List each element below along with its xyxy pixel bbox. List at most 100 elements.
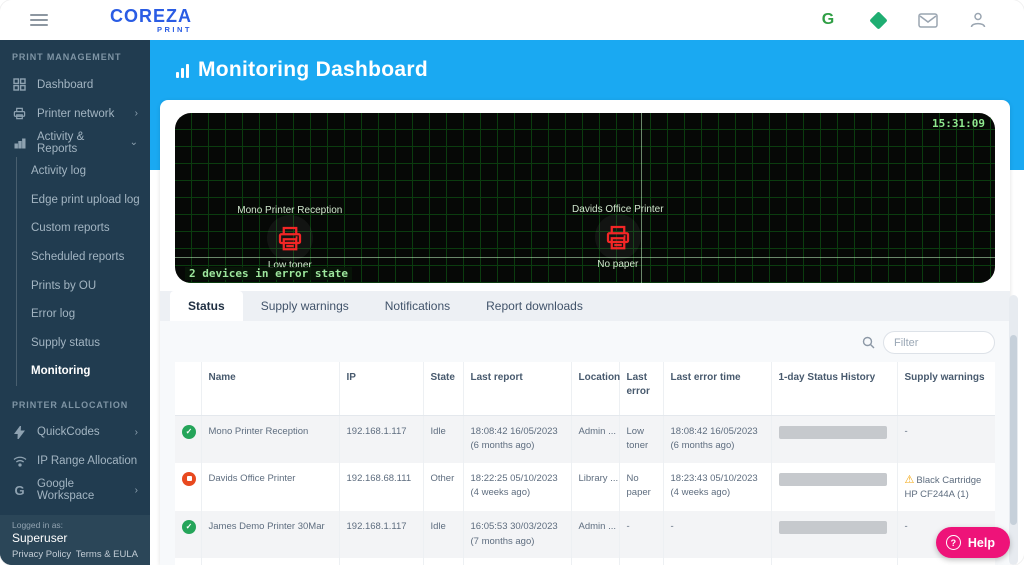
radar-device-davids-printer[interactable]: Davids Office Printer No paper	[533, 204, 703, 270]
sidebar-item-monitoring[interactable]: Monitoring	[17, 357, 150, 386]
cell-last-error-time: 18:23:43 05/10/2023 (4 weeks ago)	[663, 463, 771, 512]
sidebar-item-supply-status[interactable]: Supply status	[17, 329, 150, 358]
cell-last-report: 18:23:43 05/10/2023 (4 weeks ago)	[463, 558, 571, 565]
col-status	[175, 362, 201, 416]
col-last-error-time: Last error time	[663, 362, 771, 416]
chevron-right-icon: ›	[135, 427, 138, 438]
sidebar-item-prints-by-ou[interactable]: Prints by OU	[17, 271, 150, 300]
col-last-report: Last report	[463, 362, 571, 416]
scrollbar-track[interactable]	[1009, 295, 1018, 565]
table-row[interactable]: ✓ James Demo Printer 30Mar 192.168.1.117…	[175, 511, 995, 558]
col-state: State	[423, 362, 463, 416]
monitor-radar-panel: 15:31:09 Mono Printer Reception Low tone…	[175, 113, 995, 283]
brand-name: COREZA	[110, 7, 192, 25]
cell-last-report: 18:22:25 05/10/2023 (4 weeks ago)	[463, 463, 571, 512]
section-label-print-management: PRINT MANAGEMENT	[0, 40, 150, 70]
cell-location: Library ...	[571, 558, 619, 565]
warning-icon: ⚠	[905, 474, 915, 486]
cell-location: Admin ...	[571, 416, 619, 463]
status-history-bar	[779, 426, 887, 439]
sidebar-item-ip-range-allocation[interactable]: IP Range Allocation	[0, 447, 150, 476]
sidebar-footer: Logged in as: Superuser Privacy Policy T…	[0, 515, 150, 565]
sidebar-item-error-log[interactable]: Error log	[17, 300, 150, 329]
help-label: Help	[968, 536, 995, 550]
user-icon[interactable]	[968, 10, 988, 30]
tab-notifications[interactable]: Notifications	[367, 291, 468, 321]
topbar-actions: G	[818, 10, 988, 30]
filter-input[interactable]	[883, 331, 995, 354]
sidebar-item-quickcodes[interactable]: QuickCodes ›	[0, 418, 150, 447]
cell-state: Idle	[423, 558, 463, 565]
printer-error-icon	[267, 218, 313, 258]
status-error-icon	[182, 472, 196, 486]
chevron-right-icon: ›	[135, 108, 138, 119]
sidebar-item-activity-log[interactable]: Activity log	[17, 157, 150, 186]
table-header-row: Name IP State Last report Location Last …	[175, 362, 995, 416]
status-ok-icon: ✓	[182, 520, 196, 534]
table-row[interactable]: Davids Office Printer 192.168.68.111 Oth…	[175, 463, 995, 512]
col-supply-warnings: Supply warnings	[897, 362, 995, 416]
diamond-icon[interactable]	[868, 10, 888, 30]
sidebar-item-scheduled-reports[interactable]: Scheduled reports	[17, 243, 150, 272]
chart-icon	[12, 137, 27, 149]
tab-status[interactable]: Status	[170, 291, 243, 321]
top-bar: COREZA PRINT G	[0, 0, 1024, 40]
col-location: Location	[571, 362, 619, 416]
cell-last-error: Low toner	[619, 416, 663, 463]
question-icon: ?	[946, 535, 961, 550]
sidebar-item-dashboard[interactable]: Dashboard	[0, 70, 150, 99]
tab-supply-warnings[interactable]: Supply warnings	[243, 291, 367, 321]
hamburger-menu-icon[interactable]	[30, 14, 48, 26]
cell-supply: -	[897, 558, 995, 565]
cell-ip: 192.168.1.117	[339, 416, 423, 463]
cell-location: Library ...	[571, 463, 619, 512]
terms-eula-link[interactable]: Terms & EULA	[76, 549, 138, 560]
help-button[interactable]: ? Help	[936, 527, 1010, 558]
content-card: 15:31:09 Mono Printer Reception Low tone…	[160, 100, 1010, 565]
brand-sub: PRINT	[157, 26, 192, 34]
cell-ip: 192.168.1.117	[339, 511, 423, 558]
sidebar-item-label: Dashboard	[37, 79, 93, 91]
sidebar-item-edge-print-upload-log[interactable]: Edge print upload log	[17, 186, 150, 215]
cell-location: Admin ...	[571, 511, 619, 558]
dashboard-icon	[12, 78, 27, 91]
printer-status-table: Name IP State Last report Location Last …	[175, 362, 995, 565]
scrollbar-thumb[interactable]	[1010, 335, 1017, 525]
mail-icon[interactable]	[918, 10, 938, 30]
cell-name: Davids Office Printer	[201, 463, 339, 512]
cell-state: Other	[423, 463, 463, 512]
privacy-policy-link[interactable]: Privacy Policy	[12, 549, 71, 560]
sidebar-item-printer-network[interactable]: Printer network ›	[0, 99, 150, 128]
cell-supply: -	[897, 416, 995, 463]
tab-report-downloads[interactable]: Report downloads	[468, 291, 601, 321]
col-ip: IP	[339, 362, 423, 416]
cell-last-error-time: -	[663, 558, 771, 565]
search-icon	[862, 336, 875, 349]
cell-ip: 192.168.68.111	[339, 463, 423, 512]
table-row[interactable]: ✓ James Monitoring - HP HNDHP401DN 192.1…	[175, 558, 995, 565]
chevron-down-icon: ⌄	[130, 137, 138, 148]
sidebar-item-label: Activity & Reports	[37, 131, 120, 155]
status-ok-icon: ✓	[182, 425, 196, 439]
tab-bar: Status Supply warnings Notifications Rep…	[160, 291, 1010, 321]
printer-icon	[12, 107, 27, 120]
activity-reports-submenu: Activity log Edge print upload log Custo…	[16, 157, 150, 386]
radar-device-mono-printer[interactable]: Mono Printer Reception Low toner	[205, 205, 375, 271]
radar-clock: 15:31:09	[932, 117, 985, 130]
device-error: No paper	[533, 259, 703, 270]
printer-error-icon	[595, 217, 641, 257]
cell-last-report: 16:05:53 30/03/2023 (7 months ago)	[463, 511, 571, 558]
cell-last-error: -	[619, 558, 663, 565]
cell-last-error: -	[619, 511, 663, 558]
sidebar-item-google-workspace[interactable]: G Google Workspace ›	[0, 476, 150, 505]
col-status-history: 1-day Status History	[771, 362, 897, 416]
table-row[interactable]: ✓ Mono Printer Reception 192.168.1.117 I…	[175, 416, 995, 463]
google-icon[interactable]: G	[818, 10, 838, 30]
sidebar-item-activity-reports[interactable]: Activity & Reports ⌄	[0, 128, 150, 157]
cell-name: James Monitoring - HP HNDHP401DN	[201, 558, 339, 565]
sidebar-item-custom-reports[interactable]: Custom reports	[17, 214, 150, 243]
status-tab-panel: Name IP State Last report Location Last …	[160, 321, 1010, 565]
cell-last-error-time: 18:08:42 16/05/2023 (6 months ago)	[663, 416, 771, 463]
radar-status-text: 2 devices in error state	[185, 267, 352, 280]
app-window: COREZA PRINT G PRINT MANAGEMENT	[0, 0, 1024, 565]
